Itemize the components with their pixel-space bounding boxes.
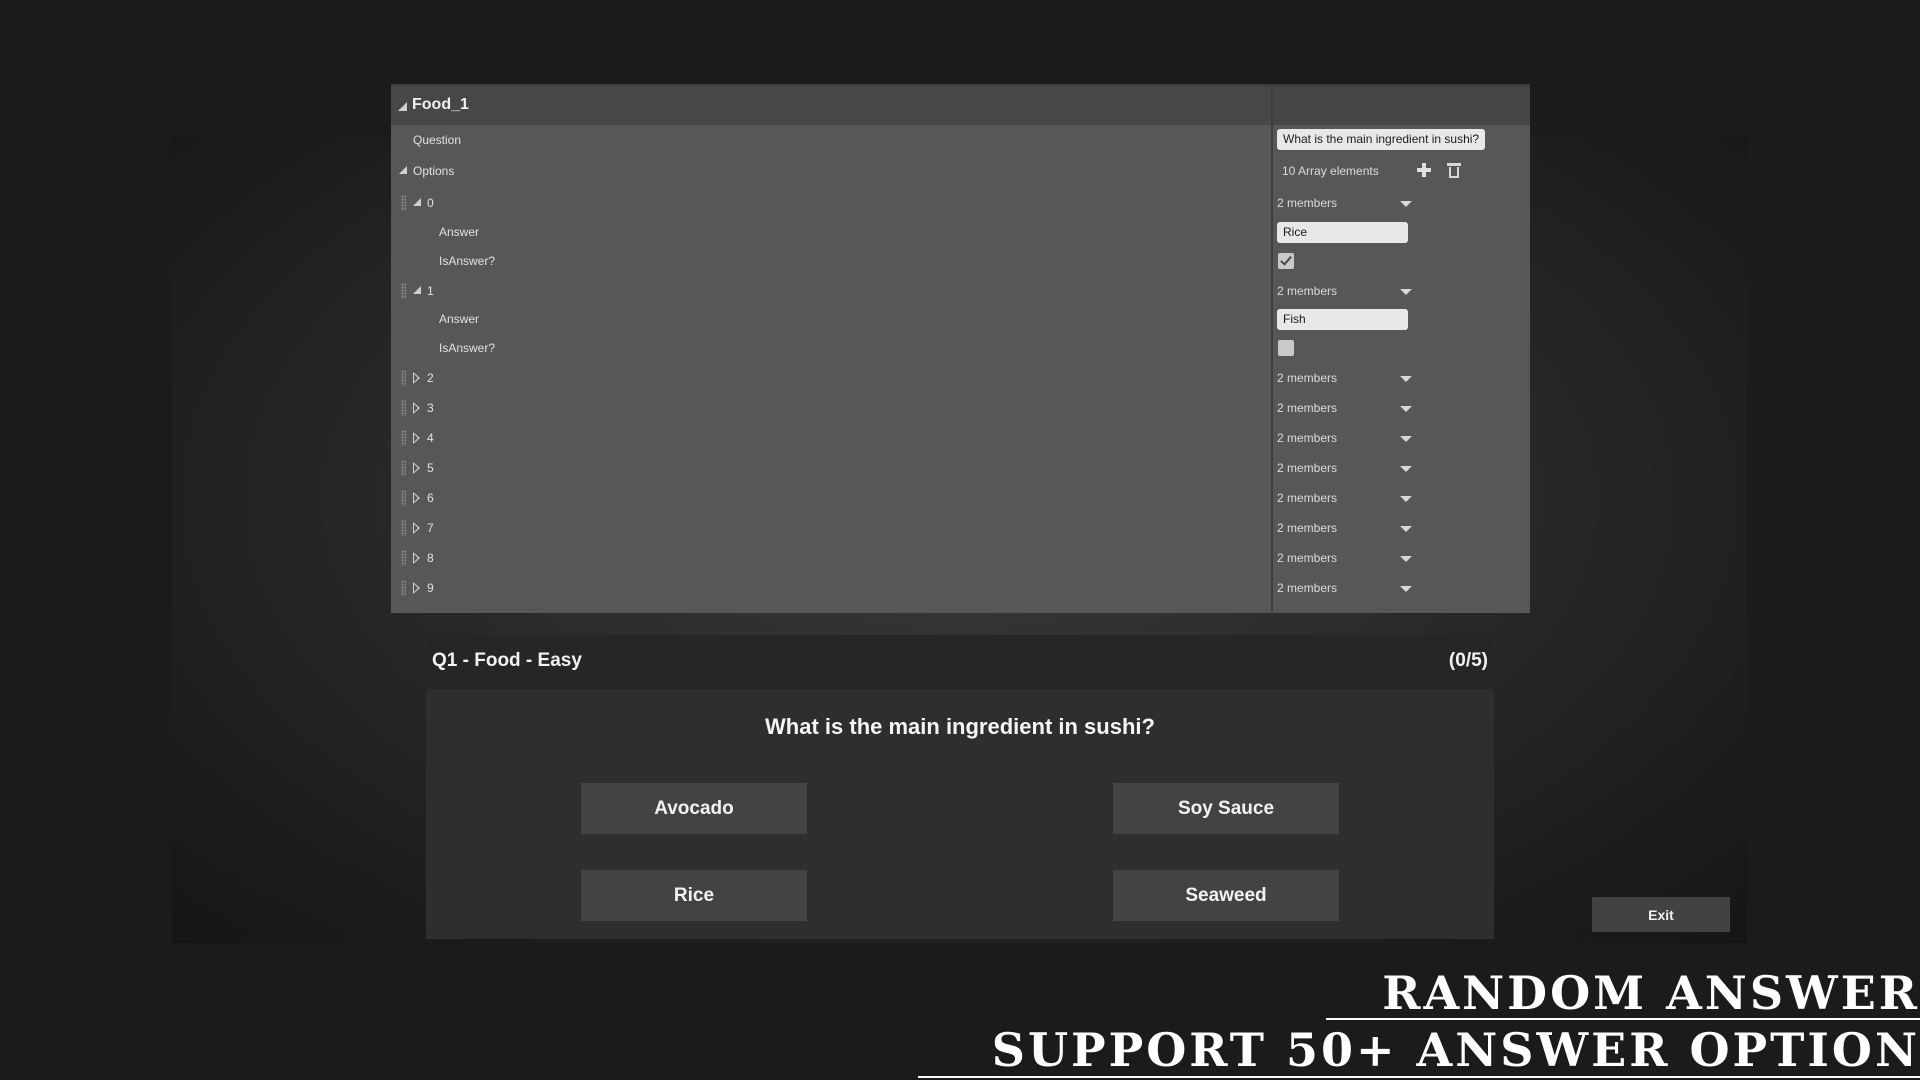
- drag-handle-icon[interactable]: [401, 520, 406, 536]
- banner-line-2: Support 50+ Answer Option: [991, 1023, 1920, 1077]
- array-element-row[interactable]: 8 2 members: [391, 546, 1530, 570]
- element-index: 7: [427, 521, 434, 535]
- quiz-title: Q1 - Food - Easy: [432, 650, 582, 671]
- element-summary[interactable]: 2 members: [1277, 371, 1337, 385]
- options-expand-icon[interactable]: [399, 166, 407, 174]
- answer-field[interactable]: Rice: [1277, 222, 1408, 243]
- element-summary[interactable]: 2 members: [1277, 491, 1337, 505]
- chevron-down-icon[interactable]: [1400, 289, 1412, 295]
- array-element-row[interactable]: 7 2 members: [391, 516, 1530, 540]
- element-index: 2: [427, 371, 434, 385]
- trash-icon[interactable]: [1447, 162, 1461, 179]
- exit-button[interactable]: Exit: [1592, 897, 1730, 932]
- drag-handle-icon[interactable]: [401, 430, 406, 446]
- answer-row: Answer Fish: [391, 307, 1530, 331]
- answer-row: Answer Rice: [391, 220, 1530, 244]
- element-summary[interactable]: 2 members: [1277, 431, 1337, 445]
- element-index: 4: [427, 431, 434, 445]
- answer-button[interactable]: Seaweed: [1113, 870, 1339, 921]
- drag-handle-icon[interactable]: [401, 580, 406, 596]
- options-row: Options 10 Array elements: [391, 159, 1530, 183]
- options-label: Options: [413, 164, 455, 178]
- answer-button[interactable]: Avocado: [581, 783, 807, 834]
- question-row: Question What is the main ingredient in …: [391, 128, 1530, 152]
- element-summary[interactable]: 2 members: [1277, 461, 1337, 475]
- drag-handle-icon[interactable]: [401, 490, 406, 506]
- array-element-row[interactable]: 5 2 members: [391, 456, 1530, 480]
- array-element-row[interactable]: 2 2 members: [391, 366, 1530, 390]
- drag-handle-icon[interactable]: [401, 460, 406, 476]
- element-index: 9: [427, 581, 434, 595]
- banner-underline: [1326, 1018, 1920, 1020]
- element-index: 1: [427, 284, 434, 298]
- array-element-row[interactable]: 4 2 members: [391, 426, 1530, 450]
- isanswer-row: IsAnswer?: [391, 249, 1530, 273]
- isanswer-label: IsAnswer?: [439, 254, 496, 268]
- expand-icon[interactable]: [413, 492, 420, 504]
- array-element-row[interactable]: 3 2 members: [391, 396, 1530, 420]
- isanswer-row: IsAnswer?: [391, 336, 1530, 360]
- expand-icon[interactable]: [413, 522, 420, 534]
- element-summary[interactable]: 2 members: [1277, 521, 1337, 535]
- quiz-panel: Q1 - Food - Easy (0/5) What is the main …: [426, 635, 1494, 939]
- answer-field[interactable]: Fish: [1277, 309, 1408, 330]
- question-text: What is the main ingredient in sushi?: [765, 714, 1155, 739]
- expand-icon[interactable]: [413, 582, 420, 594]
- array-element-row[interactable]: 0 2 members: [391, 191, 1530, 215]
- question-label: Question: [413, 133, 462, 147]
- answer-label: Answer: [439, 312, 480, 326]
- expand-icon[interactable]: [413, 432, 420, 444]
- expand-icon[interactable]: [413, 198, 421, 206]
- array-element-row[interactable]: 6 2 members: [391, 486, 1530, 510]
- value-column-header: [1273, 86, 1530, 125]
- expand-icon[interactable]: [413, 462, 420, 474]
- expand-icon[interactable]: [413, 402, 420, 414]
- chevron-down-icon[interactable]: [1400, 586, 1412, 592]
- banner-underline: [918, 1076, 1920, 1078]
- drag-handle-icon[interactable]: [401, 550, 406, 566]
- quiz-header: Q1 - Food - Easy (0/5): [426, 635, 1494, 689]
- element-summary[interactable]: 2 members: [1277, 401, 1337, 415]
- element-summary[interactable]: 2 members: [1277, 581, 1337, 595]
- struct-name: Food_1: [412, 96, 469, 113]
- drag-handle-icon[interactable]: [401, 400, 406, 416]
- chevron-down-icon[interactable]: [1400, 201, 1412, 207]
- element-index: 3: [427, 401, 434, 415]
- element-summary[interactable]: 2 members: [1277, 284, 1337, 298]
- element-index: 8: [427, 551, 434, 565]
- chevron-down-icon[interactable]: [1400, 496, 1412, 502]
- chevron-down-icon[interactable]: [1400, 376, 1412, 382]
- quiz-progress: (0/5): [1448, 650, 1488, 671]
- chevron-down-icon[interactable]: [1400, 406, 1412, 412]
- answer-button[interactable]: Rice: [581, 870, 807, 921]
- drag-handle-icon[interactable]: [401, 370, 406, 386]
- element-index: 6: [427, 491, 434, 505]
- chevron-down-icon[interactable]: [1400, 526, 1412, 532]
- isanswer-label: IsAnswer?: [439, 341, 496, 355]
- element-summary[interactable]: 2 members: [1277, 551, 1337, 565]
- expand-icon[interactable]: [413, 552, 420, 564]
- isanswer-checkbox[interactable]: [1278, 340, 1294, 356]
- element-summary[interactable]: 2 members: [1277, 196, 1337, 210]
- plus-icon[interactable]: [1416, 162, 1432, 178]
- drag-handle-icon[interactable]: [401, 195, 406, 211]
- element-index: 5: [427, 461, 434, 475]
- chevron-down-icon[interactable]: [1400, 466, 1412, 472]
- array-element-row[interactable]: 9 2 members: [391, 576, 1530, 600]
- details-panel: Food_1 Question What is the main ingredi…: [391, 84, 1530, 615]
- question-field[interactable]: What is the main ingredient in sushi?: [1277, 129, 1486, 150]
- array-element-row[interactable]: 1 2 members: [391, 279, 1530, 303]
- element-index: 0: [427, 196, 434, 210]
- answer-button[interactable]: Soy Sauce: [1113, 783, 1339, 834]
- answer-label: Answer: [439, 225, 480, 239]
- expand-icon[interactable]: [413, 286, 421, 294]
- chevron-down-icon[interactable]: [1400, 436, 1412, 442]
- collapse-arrow-icon[interactable]: [398, 102, 407, 111]
- drag-handle-icon[interactable]: [401, 283, 406, 299]
- chevron-down-icon[interactable]: [1400, 556, 1412, 562]
- isanswer-checkbox[interactable]: [1278, 253, 1294, 269]
- expand-icon[interactable]: [413, 372, 420, 384]
- banner-line-1: Random Answer: [1382, 966, 1920, 1020]
- array-count: 10 Array elements: [1282, 164, 1379, 178]
